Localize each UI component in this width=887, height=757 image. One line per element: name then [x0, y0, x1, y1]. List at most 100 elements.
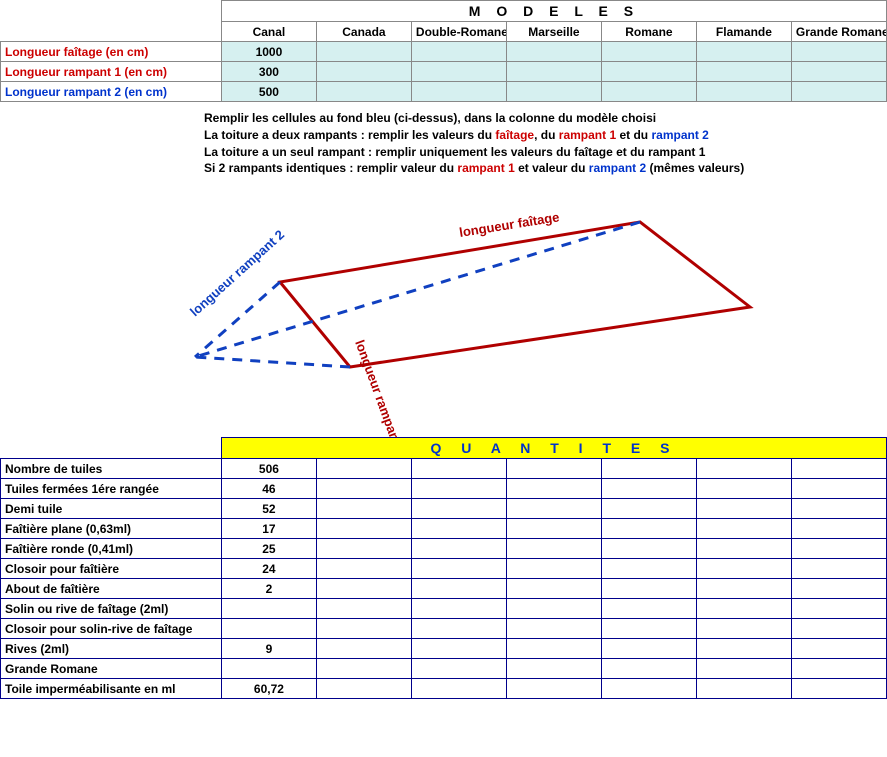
quant-cell: [506, 499, 601, 519]
quant-cell: [411, 479, 506, 499]
input-cell[interactable]: [696, 82, 791, 102]
quant-row-label: Closoir pour faîtière: [1, 559, 222, 579]
quant-cell: [316, 679, 411, 699]
quant-cell: [506, 639, 601, 659]
quant-row-label: Solin ou rive de faîtage (2ml): [1, 599, 222, 619]
quant-cell: [791, 559, 886, 579]
input-cell[interactable]: [601, 62, 696, 82]
table-row: Closoir pour faîtière24: [1, 559, 887, 579]
quant-cell: [696, 659, 791, 679]
quant-cell: [411, 559, 506, 579]
input-cell[interactable]: [601, 42, 696, 62]
quantites-table: Q U A N T I T E S Nombre de tuiles506Tui…: [0, 437, 887, 699]
model-head-1: Canada: [316, 22, 411, 42]
instruction-line-4: Si 2 rampants identiques : remplir valeu…: [204, 160, 883, 177]
quant-cell: [506, 539, 601, 559]
quant-cell: [601, 599, 696, 619]
table-row: Faîtière ronde (0,41ml)25: [1, 539, 887, 559]
table-row: Grande Romane: [1, 659, 887, 679]
quant-cell: [411, 459, 506, 479]
quant-cell: [601, 579, 696, 599]
table-row: Faîtière plane (0,63ml)17: [1, 519, 887, 539]
model-header-row: Canal Canada Double-Romane Marseille Rom…: [1, 22, 887, 42]
row-label-rampant2: Longueur rampant 2 (en cm): [1, 82, 222, 102]
quant-cell: [506, 459, 601, 479]
quant-cell: [601, 559, 696, 579]
quant-cell: [316, 559, 411, 579]
model-head-5: Flamande: [696, 22, 791, 42]
input-cell[interactable]: [506, 82, 601, 102]
input-cell[interactable]: [791, 62, 886, 82]
quant-cell: 60,72: [221, 679, 316, 699]
quant-cell: [601, 619, 696, 639]
quant-cell: [506, 619, 601, 639]
quant-cell: [791, 479, 886, 499]
quant-cell: [791, 619, 886, 639]
quant-cell: [601, 679, 696, 699]
quant-cell: [791, 659, 886, 679]
quant-row-label: Toile imperméabilisante en ml: [1, 679, 222, 699]
model-head-0: Canal: [221, 22, 316, 42]
quant-cell: [221, 619, 316, 639]
quant-cell: 46: [221, 479, 316, 499]
input-cell[interactable]: [696, 42, 791, 62]
quant-cell: [601, 479, 696, 499]
quant-cell: [411, 639, 506, 659]
diagram-label-rampant1: longueur rampant 1: [352, 338, 408, 437]
quant-cell: [411, 539, 506, 559]
empty-corner: [1, 1, 222, 22]
input-cell[interactable]: [411, 62, 506, 82]
quant-cell: 506: [221, 459, 316, 479]
row-label-faitage: Longueur faîtage (en cm): [1, 42, 222, 62]
quant-cell: [316, 519, 411, 539]
roof-diagram: longueur faîtage longueur rampant 1 long…: [0, 177, 887, 437]
quant-cell: [791, 579, 886, 599]
input-cell[interactable]: 300: [221, 62, 316, 82]
quant-cell: [601, 519, 696, 539]
quant-cell: [411, 499, 506, 519]
input-cell[interactable]: 500: [221, 82, 316, 102]
quant-row-label: Rives (2ml): [1, 639, 222, 659]
input-cell[interactable]: [506, 62, 601, 82]
quant-cell: [411, 679, 506, 699]
quant-cell: [506, 599, 601, 619]
input-cell[interactable]: [696, 62, 791, 82]
input-row-rampant1: Longueur rampant 1 (en cm) 300: [1, 62, 887, 82]
quant-cell: [601, 499, 696, 519]
input-cell[interactable]: [316, 82, 411, 102]
input-cell[interactable]: [411, 82, 506, 102]
quant-cell: [696, 639, 791, 659]
input-cell[interactable]: [601, 82, 696, 102]
quant-cell: [791, 499, 886, 519]
quant-cell: [791, 539, 886, 559]
quant-cell: [411, 519, 506, 539]
instruction-line-1: Remplir les cellules au fond bleu (ci-de…: [204, 110, 883, 127]
input-cell[interactable]: 1000: [221, 42, 316, 62]
input-cell[interactable]: [791, 42, 886, 62]
input-cell[interactable]: [791, 82, 886, 102]
quant-cell: [601, 659, 696, 679]
input-cell[interactable]: [316, 62, 411, 82]
modeles-table: M O D E L E S Canal Canada Double-Romane…: [0, 0, 887, 102]
quant-cell: [411, 619, 506, 639]
quant-cell: [506, 559, 601, 579]
quant-cell: [411, 599, 506, 619]
quant-cell: [506, 479, 601, 499]
input-cell[interactable]: [316, 42, 411, 62]
table-row: Tuiles fermées 1ére rangée46: [1, 479, 887, 499]
quant-cell: 25: [221, 539, 316, 559]
quant-cell: [696, 679, 791, 699]
input-cell[interactable]: [506, 42, 601, 62]
quant-cell: [696, 519, 791, 539]
quant-row-label: Grande Romane: [1, 659, 222, 679]
quant-cell: [316, 539, 411, 559]
quant-cell: [791, 599, 886, 619]
quant-row-label: About de faîtière: [1, 579, 222, 599]
quant-cell: [696, 559, 791, 579]
quant-cell: [696, 619, 791, 639]
table-row: Rives (2ml)9: [1, 639, 887, 659]
quant-cell: [506, 679, 601, 699]
input-cell[interactable]: [411, 42, 506, 62]
modeles-header: M O D E L E S: [221, 1, 886, 22]
input-row-rampant2: Longueur rampant 2 (en cm) 500: [1, 82, 887, 102]
